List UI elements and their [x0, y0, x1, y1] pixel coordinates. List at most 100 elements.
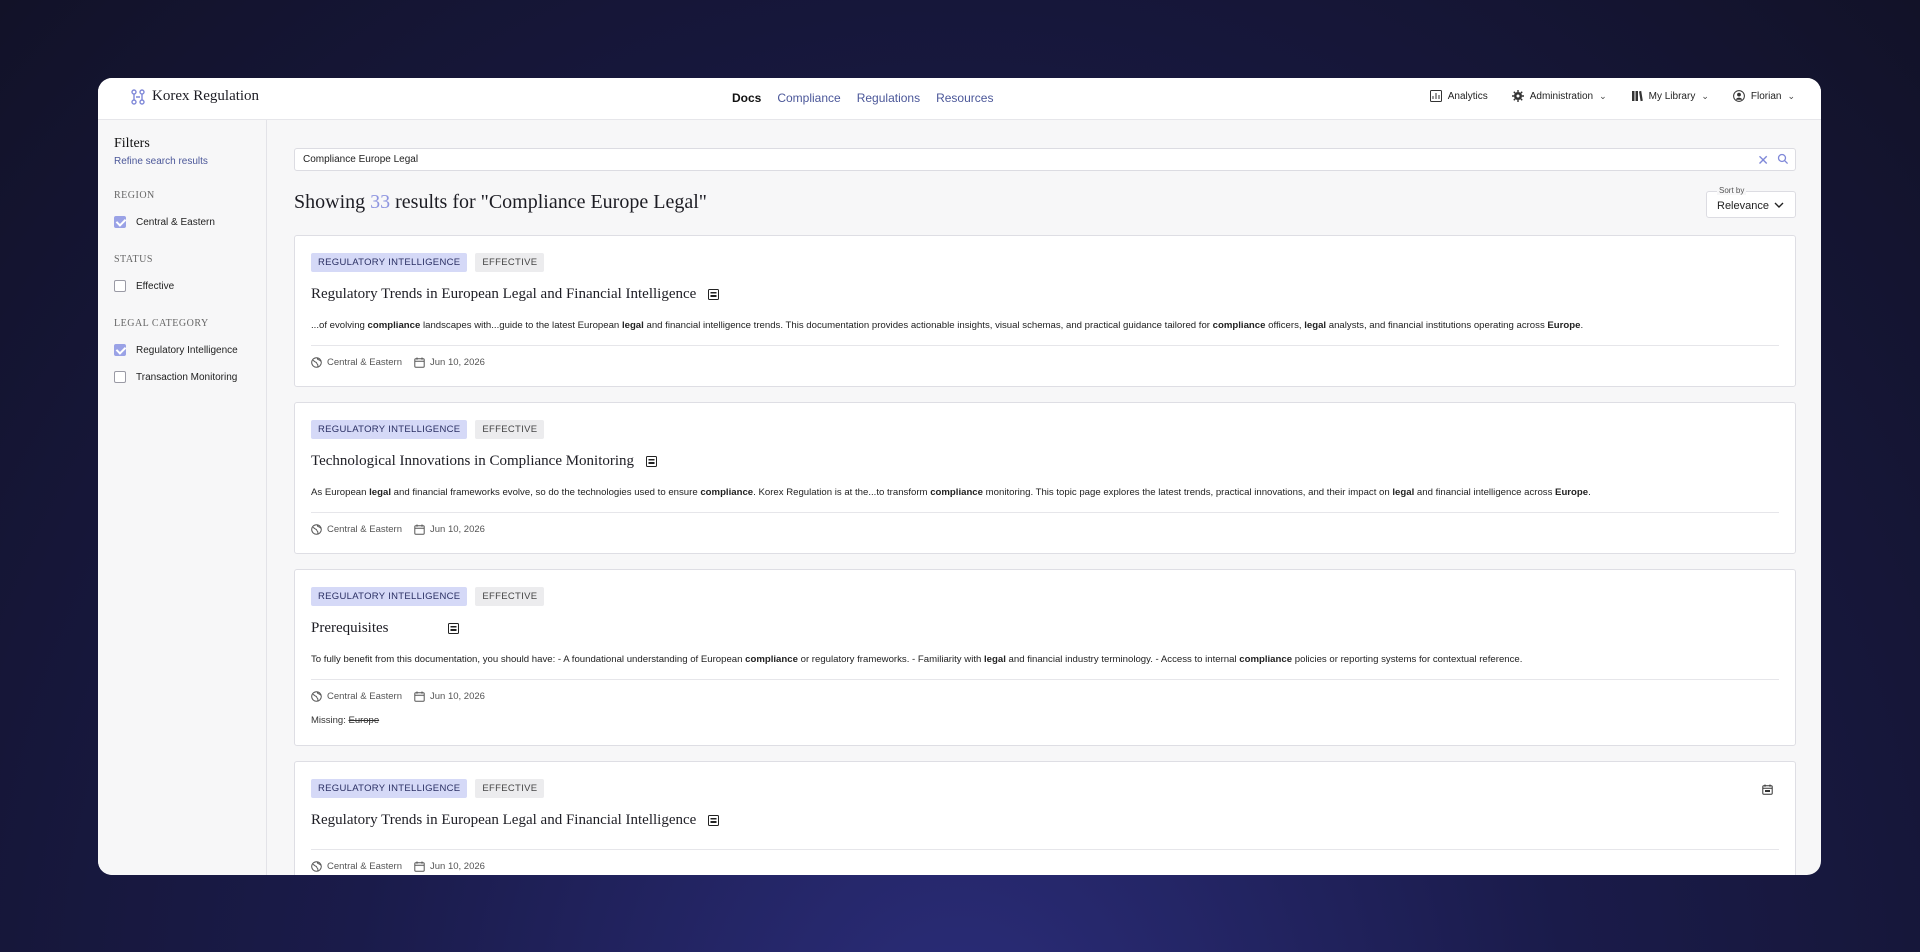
app-window: Korex Regulation Docs Compliance Regulat… — [98, 78, 1821, 875]
nav-compliance[interactable]: Compliance — [777, 91, 840, 105]
brand[interactable]: Korex Regulation — [130, 88, 259, 105]
snippet-highlight: compliance — [930, 487, 983, 498]
snippet-highlight: compliance — [367, 320, 421, 331]
region-text: Central & Eastern — [327, 691, 402, 702]
top-nav: Korex Regulation Docs Compliance Regulat… — [98, 78, 1821, 120]
snippet-highlight: legal — [1392, 487, 1415, 498]
filter-option-label: Regulatory Intelligence — [136, 344, 238, 356]
card-snippet: To fully benefit from this documentation… — [311, 654, 1522, 665]
right-nav: Analytics Administration ⌄ My Library ⌄ … — [1429, 90, 1795, 102]
brand-name: Korex Regulation — [152, 88, 260, 104]
globe-icon — [311, 357, 322, 368]
filter-option-label: Transaction Monitoring — [136, 371, 238, 383]
region-meta: Central & Eastern — [311, 691, 402, 702]
results-heading: Showing 33 results for "Compliance Europ… — [294, 191, 707, 214]
search-icon[interactable] — [1777, 152, 1789, 170]
card-title[interactable]: Prerequisites — [311, 620, 460, 637]
calendar-icon — [414, 691, 425, 702]
region-text: Central & Eastern — [327, 861, 402, 872]
category-tag[interactable]: REGULATORY INTELLIGENCE — [311, 779, 468, 798]
analytics-label: Analytics — [1447, 90, 1488, 102]
date-meta: Jun 10, 2026 — [414, 357, 485, 368]
card-tags: REGULATORY INTELLIGENCE EFFECTIVE — [311, 253, 545, 272]
result-card[interactable]: REGULATORY INTELLIGENCE EFFECTIVE Regula… — [294, 761, 1796, 875]
document-icon — [646, 456, 658, 467]
date-text: Jun 10, 2026 — [429, 691, 485, 702]
calendar-icon — [414, 861, 425, 872]
nav-docs[interactable]: Docs — [732, 91, 761, 105]
card-title[interactable]: Regulatory Trends in European Legal and … — [311, 286, 720, 303]
user-menu[interactable]: Florian ⌄ — [1732, 90, 1795, 102]
document-icon — [708, 289, 720, 300]
card-title[interactable]: Technological Innovations in Compliance … — [311, 453, 658, 470]
snippet-text: . Korex Regulation is at the...to transf… — [753, 487, 931, 498]
result-card[interactable]: REGULATORY INTELLIGENCE EFFECTIVE Techno… — [294, 402, 1796, 554]
card-divider — [311, 512, 1779, 513]
card-tags: REGULATORY INTELLIGENCE EFFECTIVE — [311, 587, 545, 606]
category-tag[interactable]: REGULATORY INTELLIGENCE — [311, 587, 468, 606]
main-nav: Docs Compliance Regulations Resources — [732, 91, 993, 105]
missing-label: Missing: — [311, 715, 346, 726]
checkbox-unchecked[interactable] — [114, 280, 126, 292]
region-meta: Central & Eastern — [311, 524, 402, 535]
card-meta: Central & Eastern Jun 10, 2026 — [311, 861, 485, 872]
checkbox-checked[interactable] — [114, 344, 126, 356]
snippet-text: landscapes with...guide to the latest Eu… — [420, 320, 622, 331]
snippet-text: and financial intelligence across — [1414, 487, 1556, 498]
snippet-highlight: legal — [369, 487, 392, 498]
result-card[interactable]: REGULATORY INTELLIGENCE EFFECTIVE Regula… — [294, 235, 1796, 387]
chart-icon — [1429, 90, 1442, 102]
user-name: Florian — [1750, 90, 1782, 102]
category-tag[interactable]: REGULATORY INTELLIGENCE — [311, 253, 468, 272]
snippet-text: officers, — [1265, 320, 1305, 331]
snippet-text: To fully benefit from this documentation… — [311, 654, 746, 665]
filter-option-regulatory-intelligence[interactable]: Regulatory Intelligence — [114, 344, 238, 356]
date-text: Jun 10, 2026 — [429, 357, 485, 368]
calendar-icon[interactable] — [1762, 782, 1773, 800]
category-tag[interactable]: REGULATORY INTELLIGENCE — [311, 420, 468, 439]
status-tag[interactable]: EFFECTIVE — [475, 779, 545, 798]
card-title[interactable]: Regulatory Trends in European Legal and … — [311, 812, 720, 829]
nav-regulations[interactable]: Regulations — [857, 91, 920, 105]
sort-select[interactable]: Sort by Relevance — [1706, 186, 1796, 218]
card-meta: Central & Eastern Jun 10, 2026 — [311, 524, 485, 535]
sort-label: Sort by — [1717, 186, 1747, 195]
card-meta: Central & Eastern Jun 10, 2026 — [311, 691, 485, 702]
card-tags: REGULATORY INTELLIGENCE EFFECTIVE — [311, 420, 545, 439]
date-text: Jun 10, 2026 — [429, 861, 485, 872]
snippet-text: . — [1588, 487, 1591, 498]
checkbox-checked[interactable] — [114, 216, 126, 228]
filter-group-legal-category: LEGAL CATEGORY — [114, 318, 209, 329]
document-icon — [448, 623, 460, 634]
card-meta: Central & Eastern Jun 10, 2026 — [311, 357, 485, 368]
results-prefix: Showing — [294, 191, 366, 213]
checkbox-unchecked[interactable] — [114, 371, 126, 383]
filter-option-central-eastern[interactable]: Central & Eastern — [114, 216, 215, 228]
close-icon[interactable]: ✕ — [1757, 152, 1769, 169]
status-tag[interactable]: EFFECTIVE — [475, 420, 545, 439]
card-tags: REGULATORY INTELLIGENCE EFFECTIVE — [311, 779, 545, 798]
nav-resources[interactable]: Resources — [936, 91, 993, 105]
logo-icon — [131, 88, 145, 105]
sort-value: Relevance — [1717, 200, 1769, 212]
library-label: My Library — [1648, 90, 1696, 102]
snippet-text: and financial frameworks evolve, so do t… — [391, 487, 701, 498]
library-menu[interactable]: My Library ⌄ — [1631, 90, 1709, 102]
filter-group-status: STATUS — [114, 254, 153, 265]
search-bar[interactable]: Compliance Europe Legal ✕ — [294, 148, 1796, 171]
snippet-highlight: legal — [984, 654, 1006, 665]
results-suffix: results for "Compliance Europe Legal" — [395, 191, 707, 213]
result-card[interactable]: REGULATORY INTELLIGENCE EFFECTIVE Prereq… — [294, 569, 1796, 746]
administration-menu[interactable]: Administration ⌄ — [1511, 90, 1607, 102]
filter-option-transaction-monitoring[interactable]: Transaction Monitoring — [114, 371, 237, 383]
status-tag[interactable]: EFFECTIVE — [475, 587, 545, 606]
chevron-down-icon: ⌄ — [1787, 90, 1795, 101]
analytics-button[interactable]: Analytics — [1429, 90, 1488, 102]
filter-option-effective[interactable]: Effective — [114, 280, 174, 292]
date-text: Jun 10, 2026 — [429, 524, 485, 535]
filters-title: Filters — [114, 136, 150, 151]
filter-group-region: REGION — [114, 190, 155, 201]
search-input[interactable]: Compliance Europe Legal — [303, 154, 418, 165]
filters-subtitle: Refine search results — [114, 156, 208, 167]
status-tag[interactable]: EFFECTIVE — [475, 253, 545, 272]
